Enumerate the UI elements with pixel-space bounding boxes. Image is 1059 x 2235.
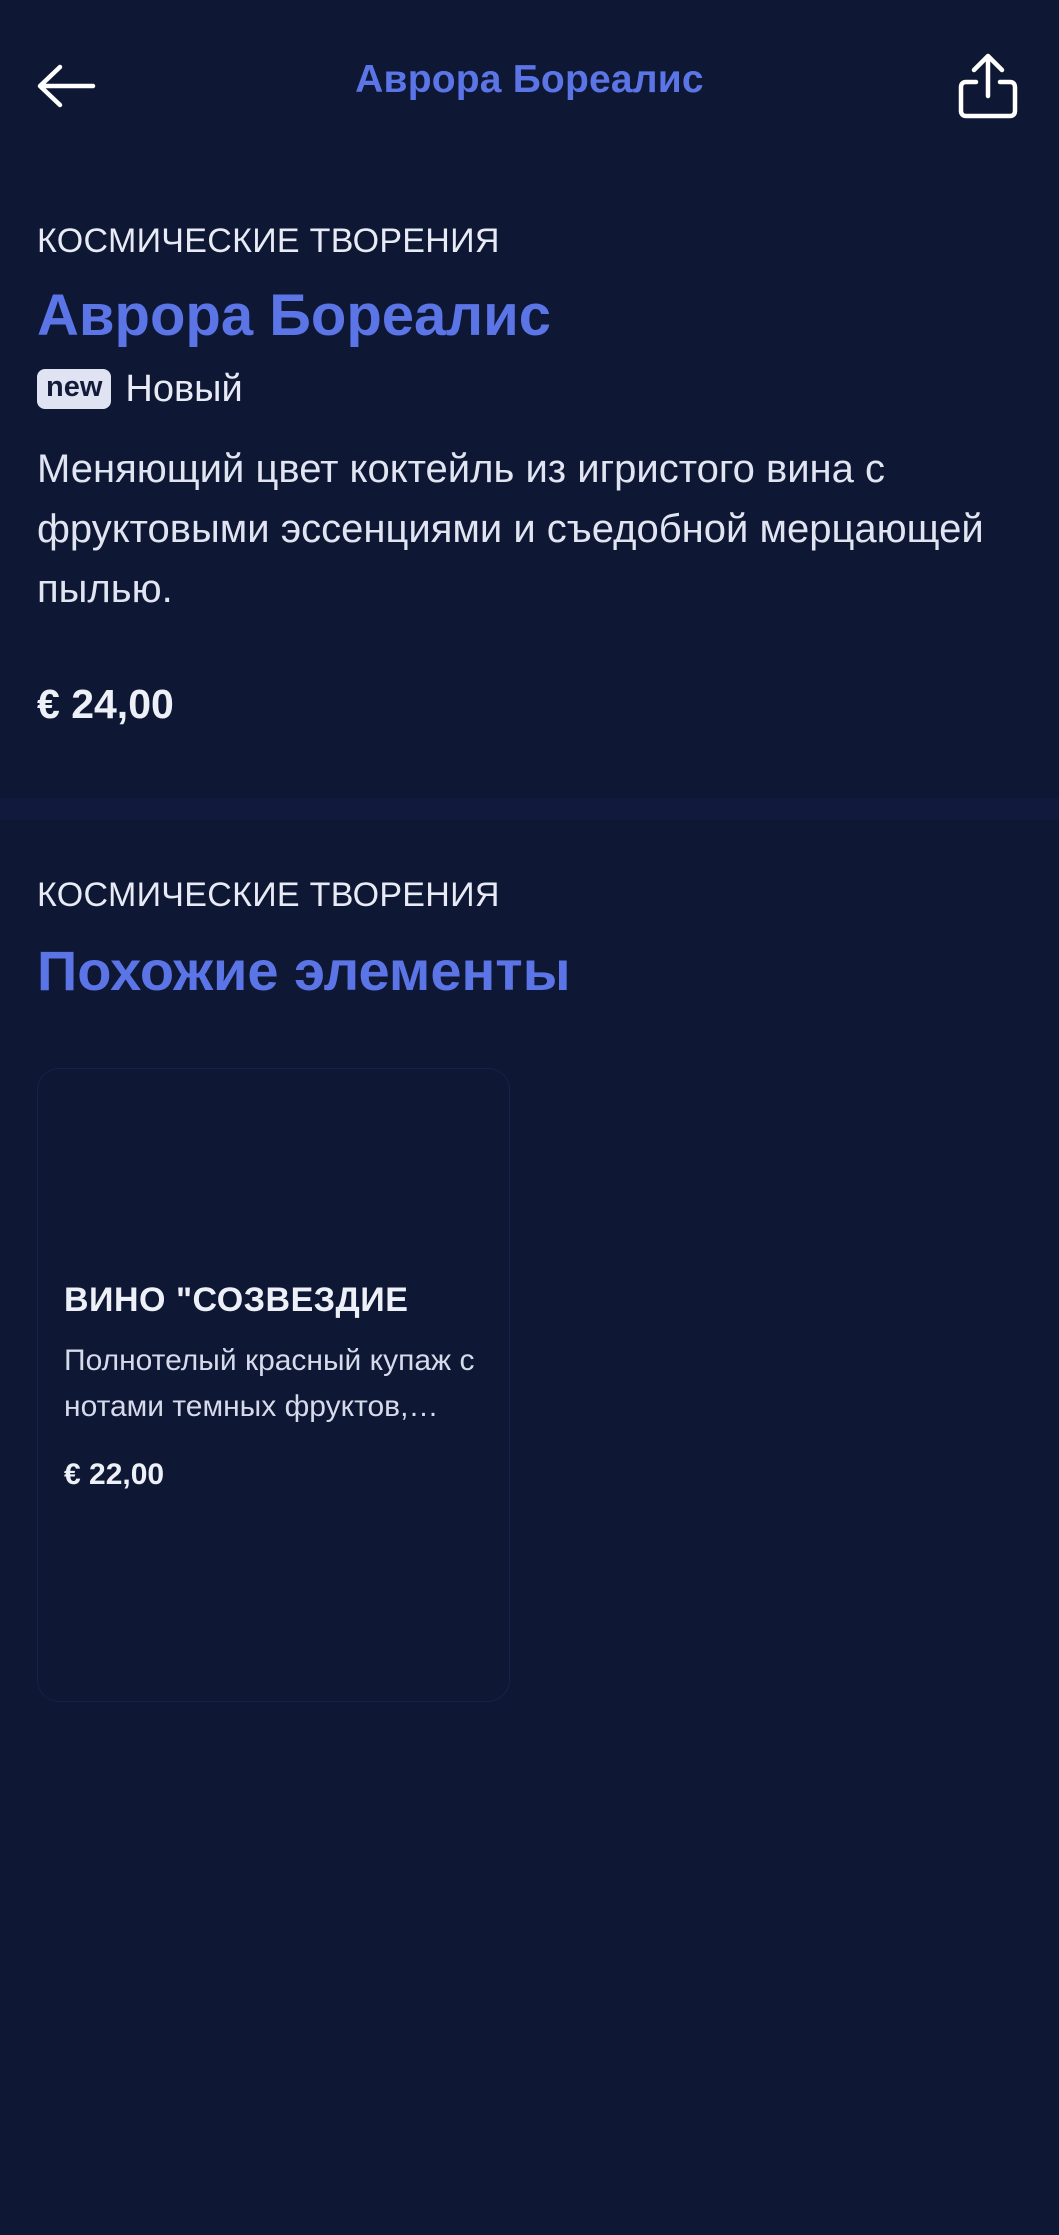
similar-section: КОСМИЧЕСКИЕ ТВОРЕНИЯ Похожие элементы bbox=[37, 876, 1027, 1003]
share-button[interactable] bbox=[953, 48, 1023, 123]
similar-item-card[interactable]: ВИНО "СОЗВЕЗДИЕ Полнотелый красный купаж… bbox=[37, 1068, 510, 1702]
similar-title: Похожие элементы bbox=[37, 939, 571, 1002]
card-price: € 22,00 bbox=[64, 1458, 165, 1491]
product-category: КОСМИЧЕСКИЕ ТВОРЕНИЯ bbox=[37, 222, 500, 260]
card-description: Полнотелый красный купаж с нотами темных… bbox=[64, 1344, 475, 1423]
share-icon bbox=[958, 53, 1018, 118]
card-name: ВИНО "СОЗВЕЗДИЕ bbox=[64, 1281, 409, 1319]
product-description: Меняющий цвет коктейль из игристого вина… bbox=[37, 446, 984, 611]
app-header: Аврора Бореалис bbox=[0, 0, 1059, 170]
section-divider bbox=[0, 798, 1059, 820]
similar-category: КОСМИЧЕСКИЕ ТВОРЕНИЯ bbox=[37, 876, 500, 914]
product-detail: КОСМИЧЕСКИЕ ТВОРЕНИЯ Аврора Бореалис new… bbox=[37, 222, 1027, 728]
card-body: ВИНО "СОЗВЕЗДИЕ Полнотелый красный купаж… bbox=[64, 1281, 494, 1492]
new-badge: new bbox=[37, 369, 112, 410]
status-row: new Новый bbox=[37, 368, 1027, 411]
product-price: € 24,00 bbox=[37, 680, 174, 727]
product-title: Аврора Бореалис bbox=[37, 283, 552, 348]
header-title: Аврора Бореалис bbox=[355, 58, 704, 101]
status-label: Новый bbox=[125, 367, 243, 410]
